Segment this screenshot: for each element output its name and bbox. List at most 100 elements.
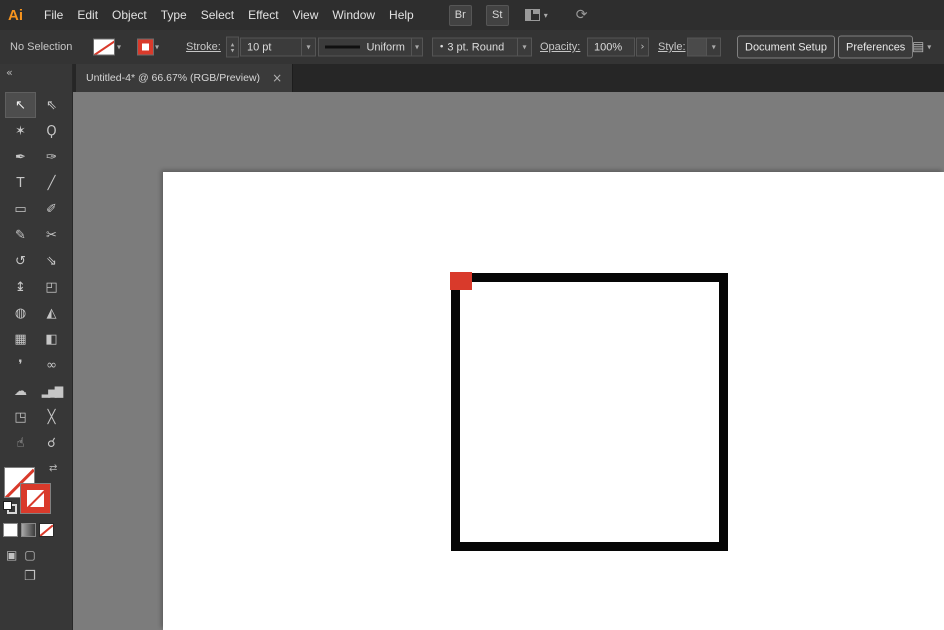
preferences-button[interactable]: Preferences [838, 35, 914, 59]
stepper-down-icon[interactable]: ▾ [231, 47, 235, 54]
brush-name: 3 pt. Round [447, 41, 505, 53]
perspective-grid-tool[interactable]: ◭ [36, 300, 67, 326]
paint-style-buttons [3, 523, 54, 537]
opacity-value: 100% [594, 41, 623, 53]
stroke-color-dropdown[interactable]: ▾ [137, 38, 160, 56]
graphic-style-select[interactable]: ▾ [687, 37, 721, 57]
column-graph-tool[interactable]: ▂▅▇ [36, 378, 67, 404]
line-segment-tool[interactable]: ╱ [36, 170, 67, 196]
document-setup-button[interactable]: Document Setup [737, 35, 835, 59]
chevron-down-icon: ▾ [155, 42, 160, 52]
menu-window[interactable]: Window [325, 0, 382, 30]
type-tool[interactable]: T [5, 170, 36, 196]
stock-button[interactable]: St [485, 4, 509, 26]
opacity-panel-link[interactable]: Opacity: [540, 41, 580, 53]
menu-view[interactable]: View [286, 0, 326, 30]
pen-tool[interactable]: ✒ [5, 144, 36, 170]
shape-builder-tool[interactable]: ◍ [5, 300, 36, 326]
tools-panel: « ↖ ⇖ ✶ Ϙ ✒ ✑ T ╱ ▭ ✐ ✎ ✂ ↺ ⇘ ↨ ◰ ◍ ◭ ▦ … [0, 64, 73, 630]
slice-tool[interactable]: ╳ [36, 404, 67, 430]
close-tab-icon[interactable]: × [272, 72, 282, 84]
magic-wand-tool[interactable]: ✶ [5, 118, 36, 144]
swap-fill-stroke-icon[interactable]: ⇄ [49, 463, 57, 474]
width-profile-value: Uniform [366, 41, 405, 53]
zoom-tool[interactable]: ☌ [36, 430, 67, 456]
default-fill-stroke-icon[interactable] [3, 501, 17, 514]
none-button[interactable] [39, 523, 54, 537]
fill-color-dropdown[interactable]: ▾ [93, 38, 122, 56]
workspace-switcher-button[interactable]: ▾ [524, 9, 548, 21]
menu-effect[interactable]: Effect [241, 0, 285, 30]
control-bar: No Selection ▾ ▾ Stroke: ▴ ▾ 10 pt ▾ Uni… [0, 30, 944, 65]
opacity-select[interactable]: 100% [587, 37, 635, 57]
stroke-color-indicator[interactable] [20, 483, 51, 514]
color-button[interactable] [3, 523, 18, 537]
drawing-mode-buttons: ▣ ▢ [6, 548, 36, 562]
curvature-tool[interactable]: ✑ [36, 144, 67, 170]
chevron-down-icon: ▾ [117, 42, 122, 52]
workspace-grid-icon [524, 9, 540, 21]
shaper-tool[interactable]: ✎ [5, 222, 36, 248]
stroke-weight-stepper[interactable]: ▴ ▾ [226, 36, 239, 58]
rectangle-tool[interactable]: ▭ [5, 196, 36, 222]
stroke-weight-value: 10 pt [247, 41, 272, 53]
style-swatch-icon [688, 38, 707, 56]
variable-width-profile-select[interactable]: Uniform ▾ [318, 37, 423, 57]
mesh-tool[interactable]: ▦ [5, 326, 36, 352]
selection-status: No Selection [10, 41, 73, 53]
style-panel-link[interactable]: Style: [658, 41, 686, 53]
blend-tool[interactable]: ∞ [36, 352, 67, 378]
menu-select[interactable]: Select [194, 0, 241, 30]
opacity-flyout-button[interactable]: › [636, 37, 649, 57]
draw-behind-icon[interactable]: ▢ [24, 548, 35, 562]
stroke-panel-link[interactable]: Stroke: [186, 41, 221, 53]
rotate-tool[interactable]: ↺ [5, 248, 36, 274]
bridge-button[interactable]: Br [448, 4, 472, 26]
gradient-tool[interactable]: ◧ [36, 326, 67, 352]
document-tab-title: Untitled-4* @ 66.67% (RGB/Preview) [86, 72, 261, 84]
menu-object[interactable]: Object [105, 0, 154, 30]
free-transform-tool[interactable]: ◰ [36, 274, 67, 300]
scissors-tool[interactable]: ✂ [36, 222, 67, 248]
illustrator-logo: Ai [8, 6, 23, 24]
menu-bar: Ai File Edit Object Type Select Effect V… [0, 0, 944, 31]
menu-help[interactable]: Help [382, 0, 421, 30]
lasso-tool[interactable]: Ϙ [36, 118, 67, 144]
width-tool[interactable]: ↨ [5, 274, 36, 300]
sync-settings-icon[interactable]: ⟳ [576, 7, 588, 23]
draw-normal-icon[interactable]: ▣ [6, 548, 17, 562]
fill-none-swatch-icon [93, 38, 115, 56]
hand-tool[interactable]: ☝ [5, 430, 36, 456]
document-tab[interactable]: Untitled-4* @ 66.67% (RGB/Preview) × [76, 64, 294, 92]
chevron-down-icon: ▾ [927, 42, 932, 52]
gradient-button[interactable] [21, 523, 36, 537]
width-profile-preview-icon [325, 45, 361, 49]
stroke-weight-select[interactable]: 10 pt ▾ [240, 37, 316, 57]
scale-tool[interactable]: ⇘ [36, 248, 67, 274]
illustrator-app: Ai File Edit Object Type Select Effect V… [0, 0, 944, 630]
chevron-down-icon: ▾ [306, 42, 311, 52]
drawn-rectangle-shape[interactable] [451, 273, 728, 551]
paintbrush-tool[interactable]: ✐ [36, 196, 67, 222]
document-tab-bar: Untitled-4* @ 66.67% (RGB/Preview) × [73, 64, 944, 92]
stroke-color-swatch-icon [137, 38, 154, 56]
direct-selection-tool[interactable]: ⇖ [36, 92, 67, 118]
menu-type[interactable]: Type [154, 0, 194, 30]
artboard-tool[interactable]: ◳ [5, 404, 36, 430]
selection-tool[interactable]: ↖ [5, 92, 36, 118]
chevron-down-icon: ▾ [543, 10, 548, 20]
artboard[interactable] [163, 172, 944, 630]
brush-definition-select[interactable]: • 3 pt. Round ▾ [432, 37, 532, 57]
eyedropper-tool[interactable]: ❜ [5, 352, 36, 378]
canvas-area[interactable] [73, 92, 944, 630]
control-panel-menu-button[interactable]: ▤ ▾ [912, 40, 931, 55]
menu-edit[interactable]: Edit [70, 0, 105, 30]
symbol-sprayer-tool[interactable]: ☁ [5, 378, 36, 404]
change-screen-mode-icon[interactable]: ❐ [24, 569, 36, 584]
collapse-panel-button[interactable]: « [6, 66, 13, 79]
menu-file[interactable]: File [37, 0, 70, 30]
rectangle-corner-marker[interactable] [450, 272, 472, 290]
panel-icon: ▤ [912, 39, 925, 55]
tools-grid: ↖ ⇖ ✶ Ϙ ✒ ✑ T ╱ ▭ ✐ ✎ ✂ ↺ ⇘ ↨ ◰ ◍ ◭ ▦ ◧ … [5, 92, 67, 456]
chevron-down-icon: ▾ [711, 42, 716, 52]
